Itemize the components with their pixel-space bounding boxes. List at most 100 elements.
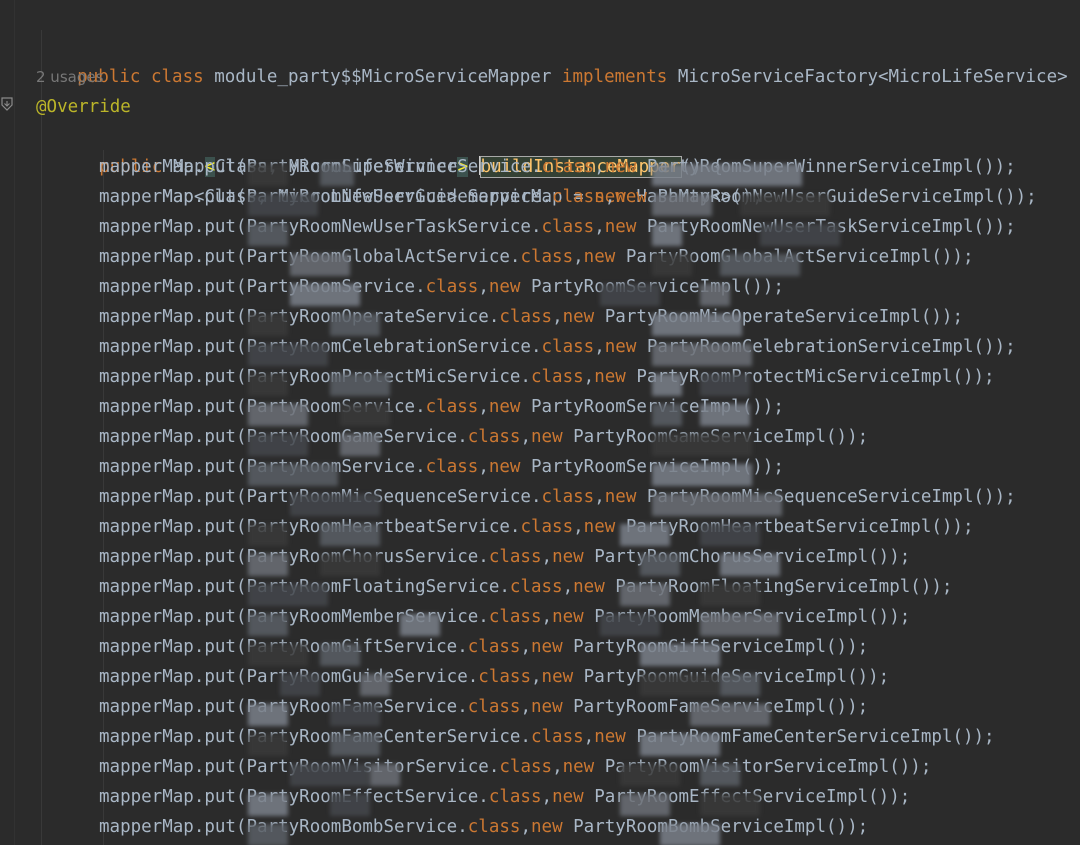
keyword-class: class (499, 757, 553, 777)
interface-name: MicroServiceFactory<MicroLifeService> (677, 67, 1068, 87)
put-call-service: mapperMap.put(PartyRoomNewUserGuideServi… (99, 187, 553, 207)
code-line-class-header[interactable]: public class module_party$$MicroServiceM… (0, 2, 1080, 87)
redaction-smudge (248, 194, 318, 216)
redaction-smudge (690, 704, 770, 726)
argument-separator: , (573, 517, 584, 537)
keyword-new: new (488, 397, 521, 417)
keyword-new: new (583, 517, 616, 537)
code-editor[interactable]: public class module_party$$MicroServiceM… (0, 0, 1080, 845)
redaction-smudge (652, 434, 752, 456)
class-name: module_party$$MicroServiceMapper (214, 67, 552, 87)
keyword-new: new (594, 367, 626, 387)
redaction-smudge (248, 374, 288, 396)
keyword-class: class (488, 607, 542, 627)
put-call-service: mapperMap.put(PartyRoomProtectMicService… (99, 367, 531, 387)
redaction-smudge (640, 554, 680, 576)
keyword-class: class (467, 427, 521, 447)
keyword-class: class (425, 457, 479, 477)
redaction-smudge (700, 794, 760, 816)
keyword-new: new (552, 607, 584, 627)
redaction-smudge (700, 584, 760, 606)
argument-separator: , (541, 547, 553, 567)
keyword-new: new (552, 787, 584, 807)
keyword-class: class (530, 727, 584, 747)
keyword-new: new (615, 187, 647, 207)
put-call-service: mapperMap.put(PartyRoomEffectService. (99, 787, 489, 807)
redaction-smudge (700, 614, 780, 636)
argument-separator: , (552, 307, 563, 327)
put-call-service: mapperMap.put(PartyRoomChorusService. (99, 547, 489, 567)
usages-hint[interactable]: 2 usages (36, 62, 103, 92)
argument-separator: , (520, 697, 531, 717)
argument-separator: , (478, 277, 489, 297)
put-call-service: mapperMap.put(PartyRoomHeartbeatService. (99, 517, 521, 537)
keyword-new: new (531, 637, 563, 657)
redaction-smudge (700, 284, 730, 306)
argument-separator: , (594, 157, 605, 177)
keyword-new: new (562, 757, 595, 777)
keyword-class: class (509, 577, 563, 597)
keyword-new: new (604, 487, 637, 507)
argument-separator: , (583, 727, 595, 747)
argument-separator: , (530, 667, 542, 687)
argument-separator: , (594, 337, 605, 357)
redaction-smudge (248, 794, 288, 816)
keyword-class: class (541, 157, 595, 177)
redaction-smudge (248, 614, 288, 636)
redaction-smudge (248, 554, 288, 576)
keyword-class: class (520, 517, 574, 537)
redaction-smudge (700, 404, 750, 426)
redaction-smudge (652, 404, 682, 426)
keyword-new: new (604, 157, 637, 177)
argument-separator: , (562, 577, 574, 597)
keyword-new: new (488, 277, 521, 297)
argument-separator: , (541, 607, 553, 627)
redaction-smudge (290, 254, 350, 276)
redaction-smudge (248, 734, 288, 756)
redaction-smudge (640, 734, 720, 756)
keyword-class: class (150, 67, 204, 87)
redaction-smudge (620, 524, 670, 546)
redaction-smudge (652, 344, 752, 366)
put-call-service: mapperMap.put(PartyRoomNewUserTaskServic… (99, 217, 542, 237)
keyword-class: class (552, 187, 605, 207)
redaction-smudge (290, 284, 360, 306)
redaction-smudge (700, 764, 740, 786)
redaction-smudge (320, 524, 380, 546)
keyword-class: class (541, 487, 595, 507)
redaction-smudge (640, 674, 720, 696)
keyword-new: new (552, 547, 584, 567)
keyword-new: new (604, 217, 637, 237)
keyword-new: new (488, 457, 521, 477)
redaction-smudge (652, 494, 782, 516)
redaction-smudge (400, 614, 440, 636)
code-line-annotation[interactable]: @Override (0, 62, 131, 117)
keyword-new: new (531, 427, 563, 447)
keyword-class: class (488, 787, 542, 807)
argument-separator: , (520, 817, 531, 837)
keyword-class: class (425, 277, 479, 297)
keyword-class: class (425, 397, 479, 417)
argument-separator: , (552, 757, 563, 777)
redaction-smudge (248, 404, 308, 426)
redaction-smudge (248, 314, 288, 336)
keyword-new: new (562, 307, 595, 327)
argument-separator: , (520, 637, 531, 657)
redaction-smudge (652, 194, 712, 216)
override-annotation: @Override (36, 97, 131, 117)
redaction-smudge (652, 224, 682, 246)
redaction-smudge (248, 164, 288, 186)
argument-separator: , (478, 397, 489, 417)
keyword-class: class (530, 367, 584, 387)
keyword-class: class (467, 697, 521, 717)
redaction-smudge (340, 404, 390, 426)
code-line-method-signature[interactable]: public Map<Class, MicroLifeService> buil… (0, 92, 723, 178)
keyword-class: class (488, 547, 542, 567)
redaction-smudge (720, 554, 780, 576)
code-line-map-declaration[interactable]: Map<Class, MicroLifeService> mapperMap =… (0, 122, 763, 207)
redaction-smudge (320, 164, 354, 186)
redaction-smudge (248, 644, 308, 666)
argument-separator: , (604, 187, 616, 207)
argument-separator: , (520, 427, 531, 447)
usages-hint-line[interactable]: 2 usages (0, 32, 103, 86)
